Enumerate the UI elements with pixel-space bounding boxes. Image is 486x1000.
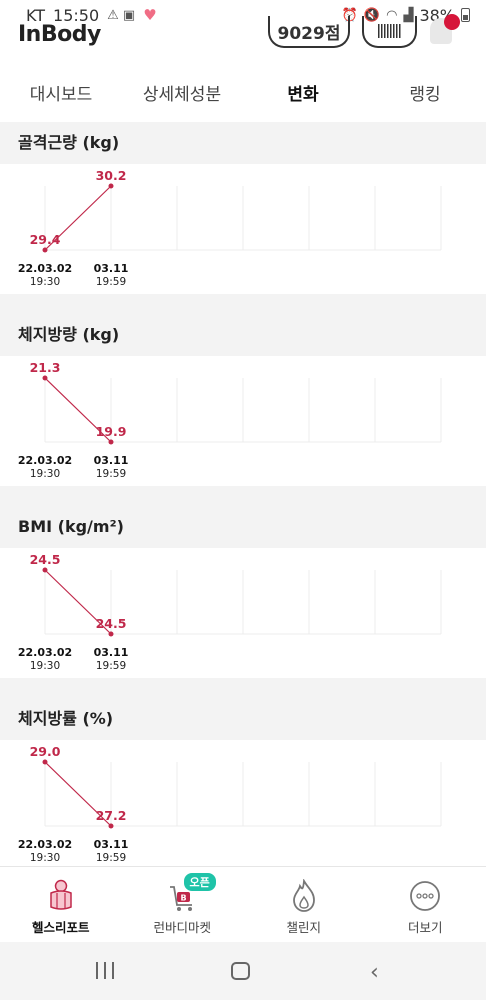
data-point: [108, 439, 114, 445]
notification-badge: [444, 14, 460, 30]
data-label: 19.9: [96, 424, 127, 439]
x-date-label: 03.11: [93, 262, 129, 275]
section-bmi: BMI (kg/m²) 24.5 24.5 22.03.02 19:30 03.11 19…: [0, 506, 486, 678]
nav-challenge[interactable]: 챌린지: [243, 867, 365, 942]
section-title: BMI (kg/m²): [18, 517, 124, 536]
data-label: 30.2: [96, 168, 127, 183]
data-point: [42, 759, 48, 765]
app-header: InBody 9029점: [0, 14, 486, 52]
chart-card[interactable]: 21.3 19.9 22.03.02 19:30 03.11 19:59: [0, 356, 486, 486]
nav-label: 챌린지: [286, 920, 321, 935]
tab-changes[interactable]: 변화: [242, 72, 364, 118]
x-time-label: 19:59: [95, 852, 127, 864]
x-date-label: 22.03.02: [17, 262, 73, 275]
section-body-fat-percent: 체지방률 (%) 29.0 27.2 22.03.02 19:30 03.11 19:59: [0, 698, 486, 866]
x-date-label: 22.03.02: [17, 838, 73, 851]
section-body-fat-mass: 체지방량 (kg) 21.3 19.9 22.03.02 19:30 03.11 19:5…: [0, 314, 486, 486]
data-point: [108, 631, 114, 637]
back-icon[interactable]: ‹: [370, 960, 379, 985]
data-label: 24.5: [30, 552, 61, 567]
x-date-label: 03.11: [93, 838, 129, 851]
recents-icon[interactable]: [96, 962, 114, 979]
flame-icon: [292, 879, 315, 912]
barcode-icon: [377, 24, 402, 38]
home-icon[interactable]: [231, 962, 250, 980]
x-date-label: 03.11: [93, 454, 129, 467]
barcode-button[interactable]: [362, 16, 417, 48]
open-badge: 오픈: [183, 873, 216, 891]
changes-content[interactable]: 골격근량 (kg) 29.4 30.2 22.03.02 19:30 03.11 19:5…: [0, 122, 486, 866]
data-point: [108, 183, 114, 189]
system-nav-bar: ‹: [0, 942, 486, 1000]
more-dots-icon: [410, 881, 441, 911]
data-point: [42, 567, 48, 573]
health-report-icon: [50, 879, 72, 910]
section-title: 체지방량 (kg): [18, 325, 120, 344]
x-time-label: 19:30: [29, 660, 61, 672]
data-label: 27.2: [96, 808, 127, 823]
chart-card[interactable]: 29.4 30.2 22.03.02 19:30 03.11 19:59: [0, 164, 486, 294]
x-date-label: 22.03.02: [17, 454, 73, 467]
data-label: 29.4: [30, 232, 61, 247]
data-point: [42, 247, 48, 253]
x-date-label: 22.03.02: [17, 646, 73, 659]
nav-label: 헬스리포트: [31, 920, 90, 935]
inbody-logo: InBody: [18, 22, 101, 47]
tab-dashboard[interactable]: 대시보드: [0, 72, 122, 118]
nav-health-report[interactable]: 헬스리포트: [0, 867, 122, 942]
data-label: 29.0: [30, 744, 61, 759]
x-time-label: 19:30: [29, 468, 61, 480]
x-time-label: 19:59: [95, 276, 127, 288]
section-title: 체지방률 (%): [18, 709, 114, 728]
section-skeletal-muscle: 골격근량 (kg) 29.4 30.2 22.03.02 19:30 03.11 19:5…: [0, 122, 486, 294]
data-point: [42, 375, 48, 381]
nav-label: 더보기: [407, 920, 443, 935]
chart-card[interactable]: 24.5 24.5 22.03.02 19:30 03.11 19:59: [0, 548, 486, 678]
notification-icons: ⚠ ▣: [107, 7, 136, 23]
battery-icon: [461, 8, 470, 22]
tab-bar: 대시보드 상세체성분 변화 랭킹: [0, 72, 486, 118]
points-button[interactable]: 9029점: [268, 16, 350, 48]
svg-text:B: B: [181, 894, 187, 903]
x-time-label: 19:30: [29, 852, 61, 864]
tab-ranking[interactable]: 랭킹: [364, 72, 486, 118]
tab-detailed-composition[interactable]: 상세체성분: [122, 72, 242, 118]
chart-card[interactable]: 29.0 27.2 22.03.02 19:30 03.11 19:59: [0, 740, 486, 866]
nav-label: 런바디마켓: [153, 920, 211, 935]
bottom-nav: 헬스리포트 B 오픈 런바디마켓 챌린지 더보기: [0, 866, 486, 942]
data-label: 24.5: [96, 616, 127, 631]
x-date-label: 03.11: [93, 646, 129, 659]
x-time-label: 19:59: [95, 660, 127, 672]
x-time-label: 19:59: [95, 468, 127, 480]
nav-market[interactable]: B 오픈 런바디마켓: [122, 867, 244, 942]
x-time-label: 19:30: [29, 276, 61, 288]
section-title: 골격근량 (kg): [18, 133, 120, 152]
nav-more[interactable]: 더보기: [365, 867, 486, 942]
data-label: 21.3: [30, 360, 61, 375]
data-point: [108, 823, 114, 829]
